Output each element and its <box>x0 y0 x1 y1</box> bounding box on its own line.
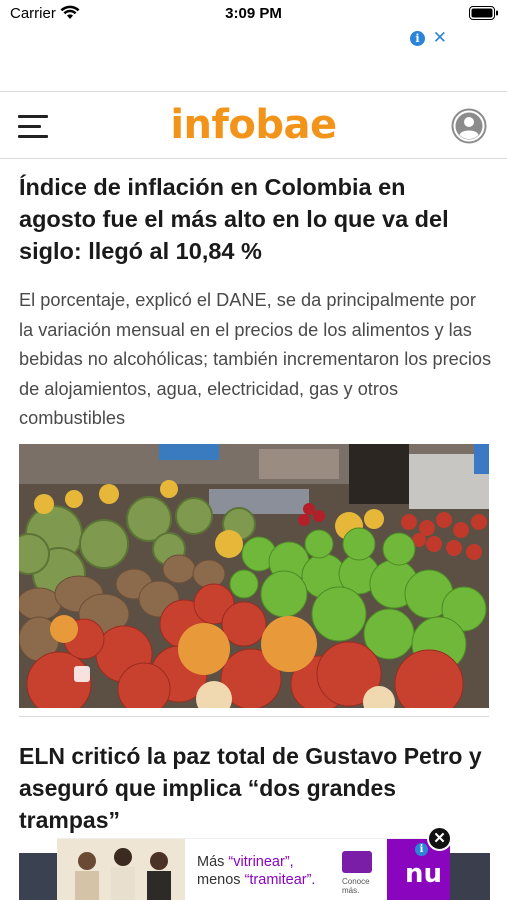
ad-info-icon[interactable]: i <box>415 843 428 856</box>
bottom-ad-banner[interactable]: Más “vitrinear”, menos “tramitear”. Cono… <box>57 838 450 900</box>
ad-info-icon[interactable]: i <box>410 31 425 46</box>
nu-logo: nu <box>404 859 442 889</box>
battery-icon <box>469 6 498 20</box>
article-image-fruit-market[interactable] <box>19 444 489 708</box>
site-header: infobae <box>0 91 507 159</box>
article-feed: Índice de inflación en Colombia en agost… <box>0 160 507 900</box>
ad-copy: Más “vitrinear”, menos “tramitear”. <box>197 853 315 889</box>
ad-copy-line2-accent: “tramitear”. <box>244 872 316 888</box>
ad-cta[interactable]: Conoce más. <box>342 877 376 895</box>
ad-copy-line2: menos <box>197 872 245 888</box>
ad-people-image <box>57 839 185 900</box>
article-headline[interactable]: Índice de inflación en Colombia en agost… <box>19 171 489 267</box>
clock: 3:09 PM <box>225 5 282 22</box>
user-avatar-icon[interactable] <box>451 108 487 144</box>
credit-card-icon <box>342 851 372 873</box>
ad-close-icon[interactable]: ✕ <box>427 826 452 851</box>
article-headline[interactable]: ELN criticó la paz total de Gustavo Petr… <box>19 740 489 836</box>
top-ad-banner[interactable]: i ✕ <box>0 28 507 90</box>
article-divider <box>19 716 489 717</box>
ad-copy-line1: Más <box>197 854 229 870</box>
ad-close-icon[interactable]: ✕ <box>433 28 447 48</box>
ad-copy-line1-accent: “vitrinear”, <box>228 854 294 870</box>
fruit-market-photo <box>19 444 489 708</box>
article-summary[interactable]: El porcentaje, explicó el DANE, se da pr… <box>19 286 493 434</box>
infobae-logo[interactable]: infobae <box>0 102 507 148</box>
status-bar: Carrier 3:09 PM <box>0 0 507 28</box>
